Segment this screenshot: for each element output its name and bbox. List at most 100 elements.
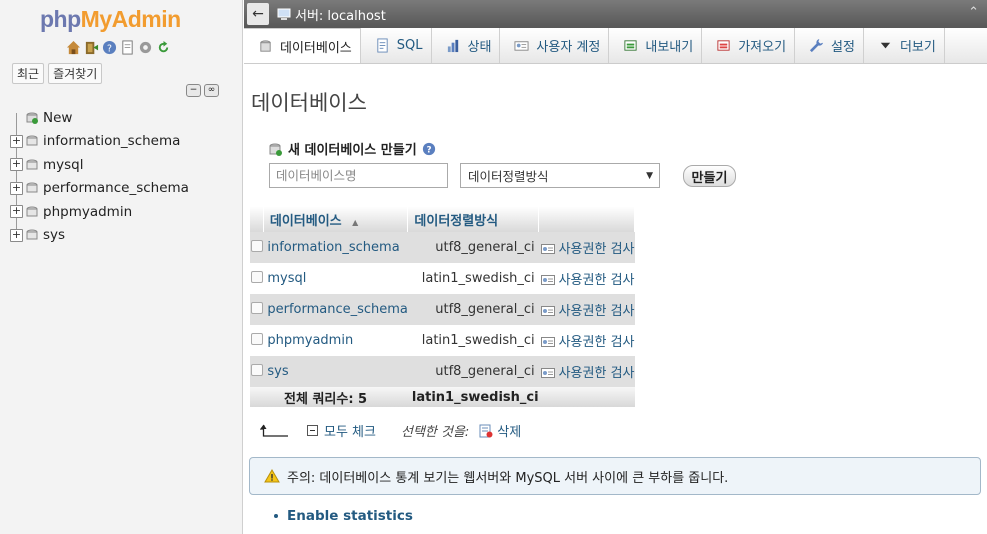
tab-status[interactable]: 상태 [432, 28, 501, 63]
page-title: 데이터베이스 [251, 91, 367, 115]
privileges-icon [540, 337, 555, 347]
privileges-icon [540, 306, 555, 316]
server-breadcrumb[interactable]: 서버: localhost [277, 5, 386, 24]
check-privileges-link[interactable]: 사용권한 검사 [538, 294, 635, 325]
tab-user-accounts[interactable]: 사용자 계정 [500, 28, 610, 63]
svg-text:?: ? [426, 145, 431, 155]
total-label: 전체 쿼리수: 5 [250, 387, 408, 407]
help-icon[interactable]: ? [422, 142, 436, 156]
bullet-icon [274, 514, 278, 518]
help-icon[interactable]: ? [102, 40, 117, 55]
collapse-topbar-icon[interactable]: ⌃ [968, 5, 979, 20]
expand-icon[interactable]: + [10, 205, 23, 219]
check-privileges-link[interactable]: 사용권한 검사 [538, 356, 635, 387]
home-icon[interactable] [66, 40, 81, 55]
database-tree: New + information_schema + mysql + perfo… [10, 106, 240, 247]
collation-cell: latin1_swedish_ci [407, 263, 539, 294]
docs-icon[interactable] [120, 40, 135, 55]
database-icon [26, 206, 38, 217]
check-all-button[interactable]: 모두 체크 [307, 421, 376, 440]
expand-icon[interactable]: + [10, 134, 23, 148]
status-icon [447, 39, 458, 53]
statistics-warning: 주의: 데이터베이스 통계 보기는 웹서버와 MySQL 서버 사이에 큰 부하… [249, 457, 981, 495]
database-link[interactable]: information_schema [263, 232, 408, 263]
delete-selected-button[interactable]: 삭제 [479, 421, 521, 440]
arrow-left-top-icon [260, 424, 288, 437]
column-header-collation[interactable]: 데이터정렬방식 [407, 207, 540, 232]
table-row: performance_schema utf8_general_ci 사용권한 … [250, 294, 635, 325]
database-icon [260, 39, 271, 52]
create-database-heading: 새 데이터베이스 만들기 ? [269, 139, 436, 158]
settings-icon[interactable] [138, 40, 153, 55]
collation-cell: utf8_general_ci [407, 294, 539, 325]
tree-item-phpmyadmin[interactable]: + phpmyadmin [10, 200, 240, 224]
phpmyadmin-logo[interactable]: phpMyAdmin [40, 6, 181, 33]
database-link[interactable]: performance_schema [263, 294, 408, 325]
reload-icon[interactable] [156, 40, 171, 55]
export-icon [624, 40, 637, 51]
collation-select[interactable]: 데이터정렬방식 ▼ [460, 163, 660, 188]
tab-import[interactable]: 가져오기 [702, 28, 796, 63]
column-header-database[interactable]: 데이터베이스 ▲ [263, 207, 409, 232]
database-icon [26, 135, 38, 146]
expand-icon[interactable]: + [10, 181, 23, 195]
tree-item-information-schema[interactable]: + information_schema [10, 130, 240, 154]
create-database-button[interactable]: 만들기 [683, 165, 736, 187]
wrench-icon [809, 38, 824, 53]
svg-text:?: ? [107, 43, 112, 54]
tab-databases[interactable]: 데이터베이스 [244, 28, 361, 63]
row-checkbox[interactable] [250, 332, 263, 345]
tab-more[interactable]: 더보기 [864, 28, 945, 63]
server-breadcrumb-bar: ← 서버: localhost ⌃ [244, 0, 987, 28]
privileges-icon [540, 368, 555, 378]
check-privileges-link[interactable]: 사용권한 검사 [538, 325, 635, 356]
tab-settings[interactable]: 설정 [795, 28, 864, 63]
nav-tabs: 최근 즐겨찾기 [12, 63, 103, 84]
row-checkbox[interactable] [250, 301, 263, 314]
check-privileges-link[interactable]: 사용권한 검사 [538, 263, 635, 294]
row-checkbox[interactable] [250, 270, 263, 283]
chevron-down-icon [880, 42, 891, 49]
database-link[interactable]: mysql [263, 263, 408, 294]
check-privileges-link[interactable]: 사용권한 검사 [538, 232, 635, 263]
back-button[interactable]: ← [247, 3, 269, 25]
table-row: sys utf8_general_ci 사용권한 검사 [250, 356, 635, 387]
link-with-main-button[interactable]: ∞ [204, 84, 219, 97]
expand-icon[interactable]: + [10, 228, 23, 242]
tree-item-new[interactable]: New [10, 106, 240, 130]
tree-item-mysql[interactable]: + mysql [10, 153, 240, 177]
check-all-icon [307, 425, 318, 436]
collapse-all-button[interactable]: − [186, 84, 201, 97]
main-tabs: 데이터베이스 SQL 상태 사용자 계정 내보내기 가져오기 설정 더보기 [244, 28, 987, 64]
database-link[interactable]: phpmyadmin [263, 325, 408, 356]
favorites-tab[interactable]: 즐겨찾기 [48, 63, 103, 84]
navigation-panel: phpMyAdmin ? 최근 즐겨찾기 − ∞ New + informati… [0, 0, 243, 534]
row-checkbox[interactable] [250, 363, 263, 376]
warning-icon [264, 469, 280, 483]
delete-icon [479, 424, 493, 437]
tree-item-sys[interactable]: + sys [10, 224, 240, 248]
users-icon [514, 41, 529, 51]
privileges-icon [540, 275, 555, 285]
table-total-row: 전체 쿼리수: 5 latin1_swedish_ci [250, 387, 635, 407]
exit-icon[interactable] [84, 40, 99, 55]
database-icon [26, 159, 38, 170]
enable-statistics-link[interactable]: Enable statistics [274, 508, 413, 524]
main-content: 데이터베이스 새 데이터베이스 만들기 ? 데이터정렬방식 ▼ 만들기 데이터베… [244, 64, 987, 534]
tree-item-performance-schema[interactable]: + performance_schema [10, 177, 240, 201]
tab-sql[interactable]: SQL [361, 28, 432, 63]
database-name-input[interactable] [269, 163, 448, 188]
recent-tab[interactable]: 최근 [12, 63, 45, 84]
new-database-icon [269, 143, 282, 156]
collation-cell: latin1_swedish_ci [407, 325, 539, 356]
action-column-header [538, 207, 635, 232]
tab-export[interactable]: 내보내기 [609, 28, 703, 63]
bulk-actions: 모두 체크 선택한 것을: 삭제 [260, 421, 521, 440]
table-row: mysql latin1_swedish_ci 사용권한 검사 [250, 263, 635, 294]
privileges-icon [540, 244, 555, 254]
database-link[interactable]: sys [263, 356, 408, 387]
expand-icon[interactable]: + [10, 158, 23, 172]
sort-asc-icon: ▲ [352, 218, 359, 227]
row-checkbox[interactable] [250, 239, 263, 252]
table-row: phpmyadmin latin1_swedish_ci 사용권한 검사 [250, 325, 635, 356]
